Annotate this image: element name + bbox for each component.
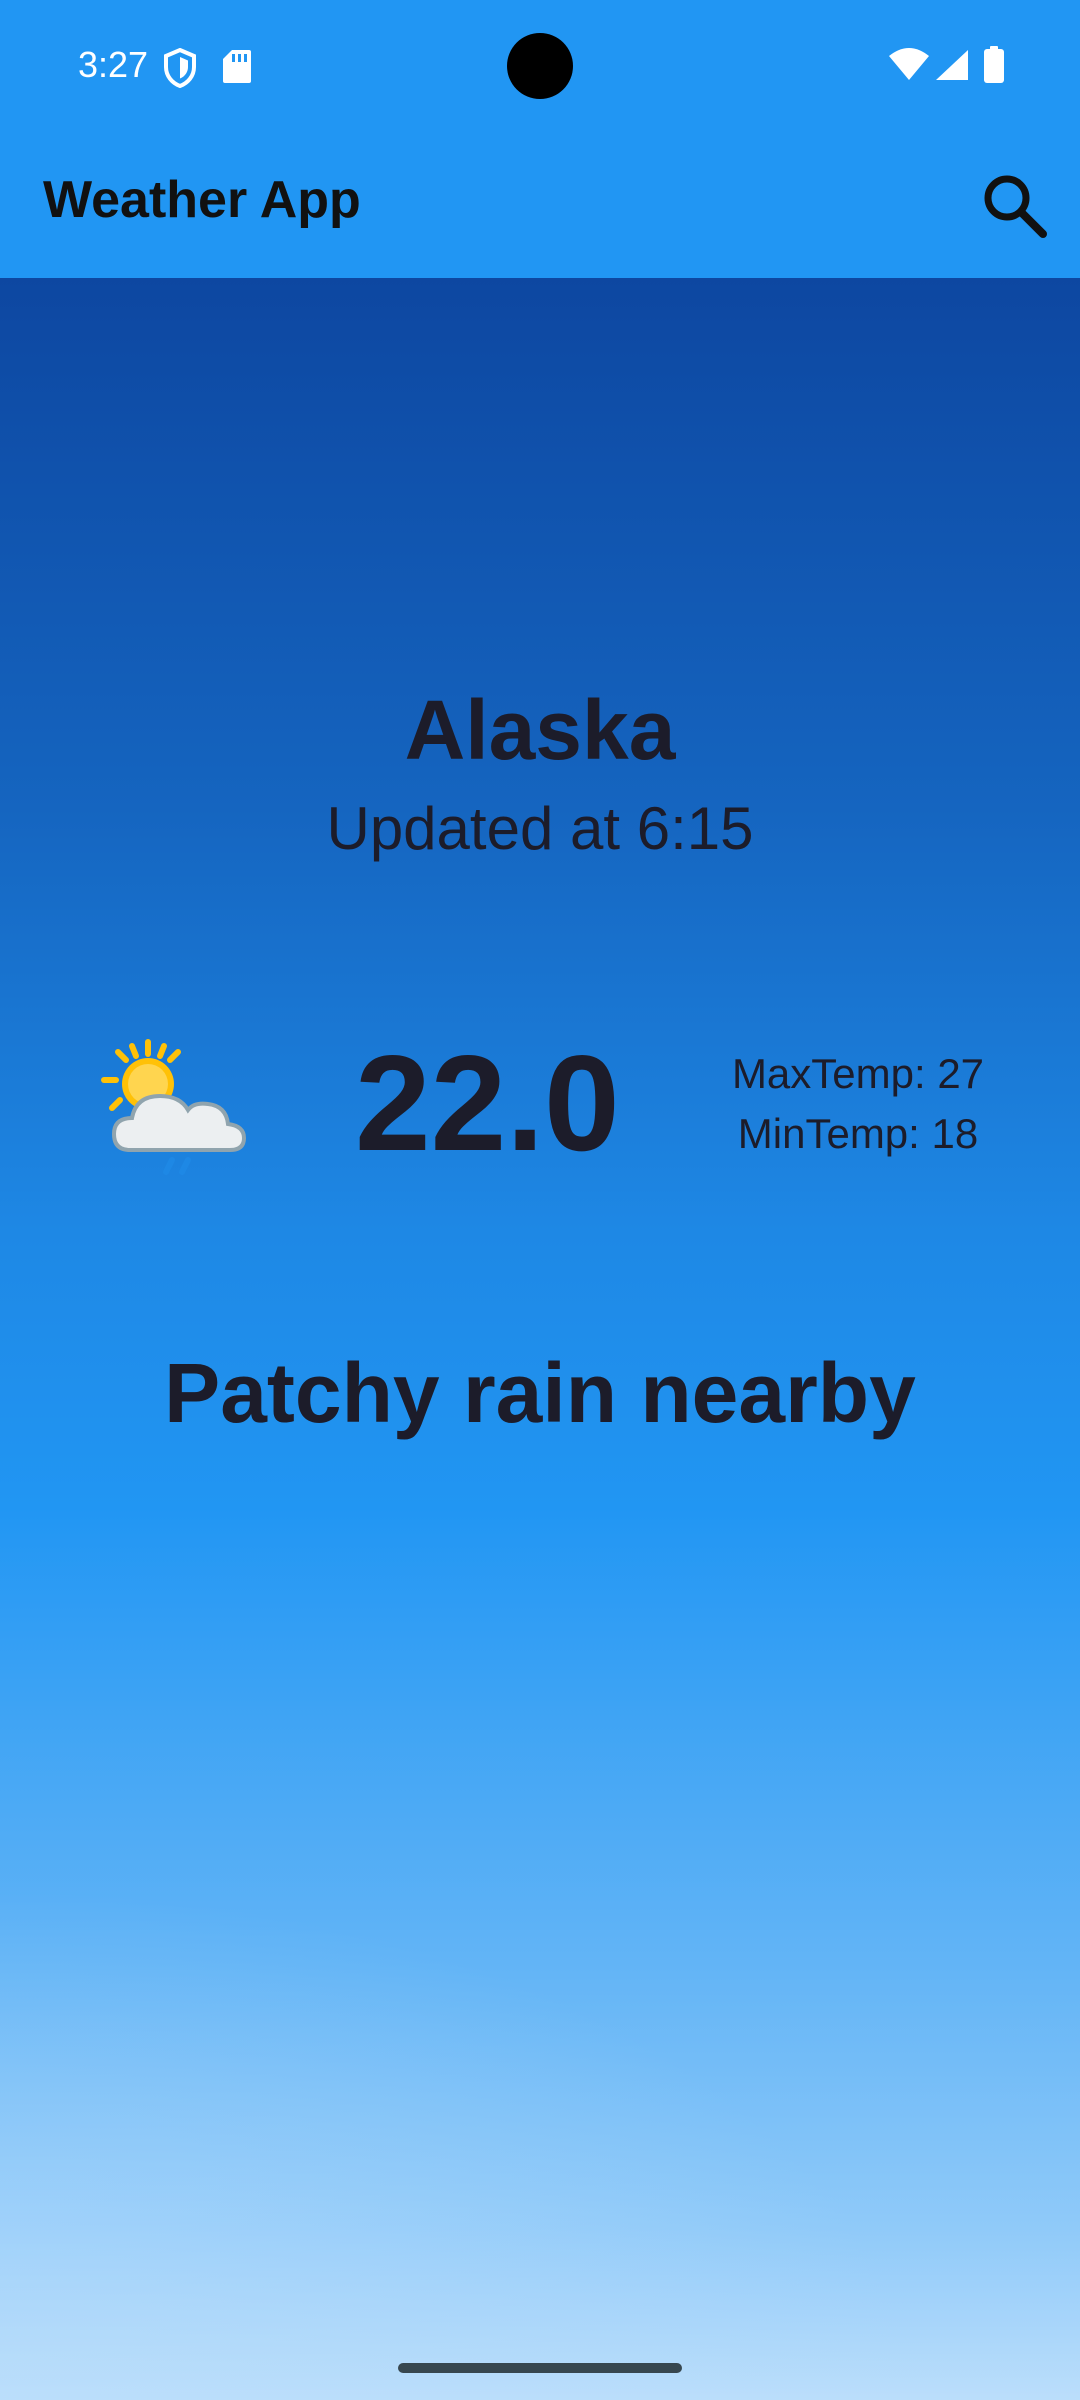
battery-icon <box>984 46 1004 83</box>
city-name: Alaska <box>404 683 676 777</box>
shield-icon <box>164 48 196 88</box>
wifi-icon <box>889 48 929 80</box>
background-glow <box>0 1800 1080 2400</box>
search-icon <box>984 175 1047 238</box>
search-button[interactable] <box>975 166 1055 246</box>
camera-cutout <box>507 33 573 99</box>
updated-time: Updated at 6:15 <box>326 795 754 862</box>
status-time: 3:27 <box>78 44 149 85</box>
home-indicator[interactable] <box>398 2363 682 2373</box>
weather-content <box>0 278 1080 2400</box>
current-temperature: 22.0 <box>355 1027 620 1179</box>
partly-cloudy-rain-icon <box>101 1039 247 1175</box>
screen: 3:27 Weather App Alaska Updated at 6:15 … <box>0 0 1080 2400</box>
sd-card-icon <box>223 50 251 83</box>
weather-condition: Patchy rain nearby <box>164 1346 916 1440</box>
min-temperature: MinTemp: 18 <box>737 1110 979 1157</box>
max-temperature: MaxTemp: 27 <box>731 1050 985 1097</box>
app-bar: Weather App <box>0 130 1080 278</box>
app-title: Weather App <box>43 171 361 229</box>
signal-icon <box>936 50 968 80</box>
status-bar: 3:27 <box>0 0 1080 130</box>
